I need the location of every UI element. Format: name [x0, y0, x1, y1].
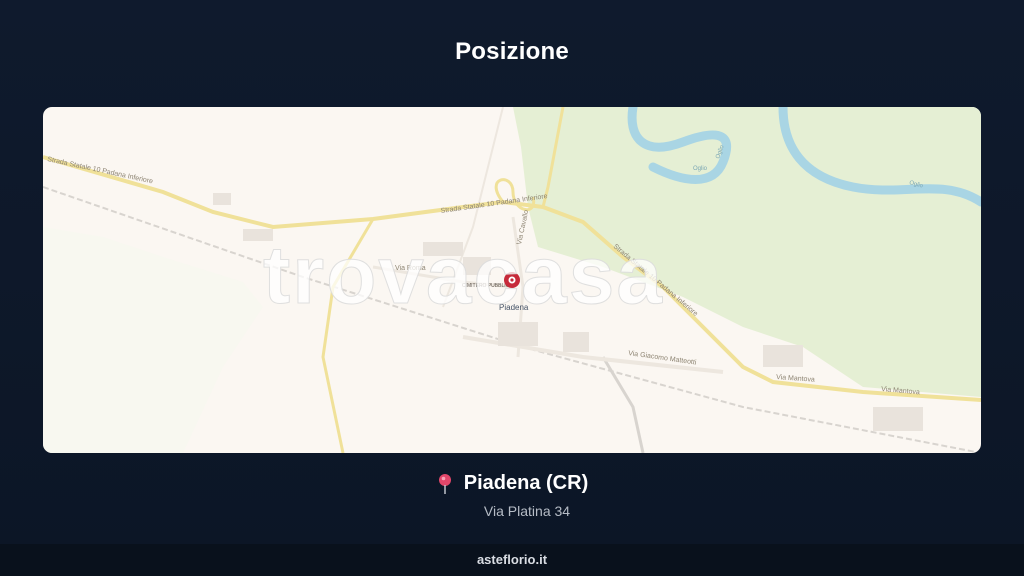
- city-name: Piadena (CR): [463, 472, 589, 494]
- building: [873, 407, 923, 431]
- river-label-2: Oglio: [693, 166, 708, 172]
- street-address: Via Platina 34: [483, 503, 571, 519]
- map-view[interactable]: Strada Statale 10 Padana Inferiore Strad…: [43, 107, 981, 453]
- location-info: Piadena (CR) Via Platina 34: [0, 472, 1024, 519]
- building: [563, 332, 589, 352]
- footer-brand[interactable]: asteflorio.it: [0, 544, 1024, 576]
- building: [213, 193, 231, 205]
- page-title: Posizione: [455, 38, 569, 65]
- green-area-west: [43, 227, 263, 453]
- building: [498, 322, 538, 346]
- watermark: trovacasa: [263, 230, 664, 321]
- building: [763, 345, 803, 367]
- road-label-ss10-west: Strada Statale 10 Padana Inferiore: [47, 156, 154, 185]
- map-pin-icon: [436, 473, 454, 495]
